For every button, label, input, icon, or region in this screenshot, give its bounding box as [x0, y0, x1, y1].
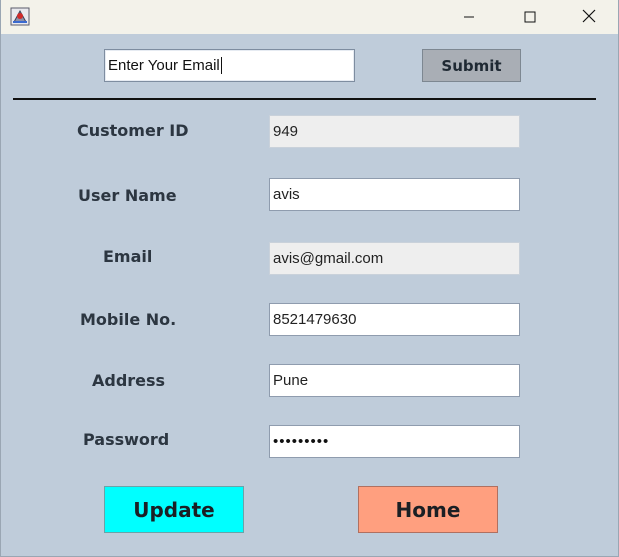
- customer-id-label: Customer ID: [77, 121, 189, 140]
- java-app-icon: [10, 7, 30, 26]
- customer-id-field[interactable]: 949: [269, 115, 520, 148]
- minimize-icon: [463, 8, 475, 27]
- password-label: Password: [83, 430, 170, 449]
- search-email-value: Enter Your Email: [108, 57, 220, 74]
- update-button[interactable]: Update: [104, 486, 244, 533]
- search-email-input[interactable]: Enter Your Email: [104, 49, 355, 82]
- submit-button[interactable]: Submit: [422, 49, 521, 82]
- customer-update-window: Enter Your Email Submit Customer ID 949 …: [0, 0, 619, 557]
- email-field[interactable]: avis@gmail.com: [269, 242, 520, 275]
- minimize-button[interactable]: [446, 0, 492, 34]
- maximize-icon: [524, 8, 536, 27]
- mobile-field[interactable]: 8521479630: [269, 303, 520, 336]
- mobile-label: Mobile No.: [80, 310, 177, 329]
- password-field[interactable]: •••••••••: [269, 425, 520, 458]
- maximize-button[interactable]: [507, 0, 553, 34]
- address-label: Address: [92, 371, 166, 390]
- title-bar: [1, 0, 618, 34]
- text-caret: [220, 56, 222, 74]
- home-button[interactable]: Home: [358, 486, 498, 533]
- email-label: Email: [103, 247, 153, 266]
- address-field[interactable]: Pune: [269, 364, 520, 397]
- close-icon: [582, 8, 596, 27]
- separator-line: [13, 98, 596, 100]
- user-name-field[interactable]: avis: [269, 178, 520, 211]
- user-name-label: User Name: [78, 186, 177, 205]
- close-button[interactable]: [566, 0, 612, 34]
